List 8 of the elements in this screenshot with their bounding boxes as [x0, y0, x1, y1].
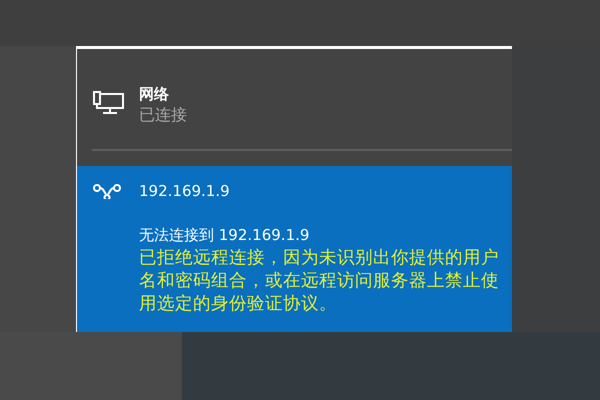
vpn-icon — [93, 183, 121, 199]
error-message: 已拒绝远程连接，因为未识别出你提供的用户名和密码组合，或在远程访问服务器上禁止使用选定的身份验证协议。 — [139, 247, 500, 316]
error-title: 无法连接到 192.169.1.9 — [139, 225, 310, 246]
network-status: 已连接 — [139, 104, 187, 126]
network-title: 网络 — [139, 84, 170, 104]
vpn-connection-item[interactable]: 192.169.1.9 无法连接到 192.169.1.9 已拒绝远程连接，因为未识别出你提供的用户名和密码组合，或在远程访问服务器上禁止使用选定的身份验证协议。 — [77, 166, 512, 332]
network-computer-icon — [93, 91, 125, 115]
connection-name: 192.169.1.9 — [139, 182, 230, 200]
